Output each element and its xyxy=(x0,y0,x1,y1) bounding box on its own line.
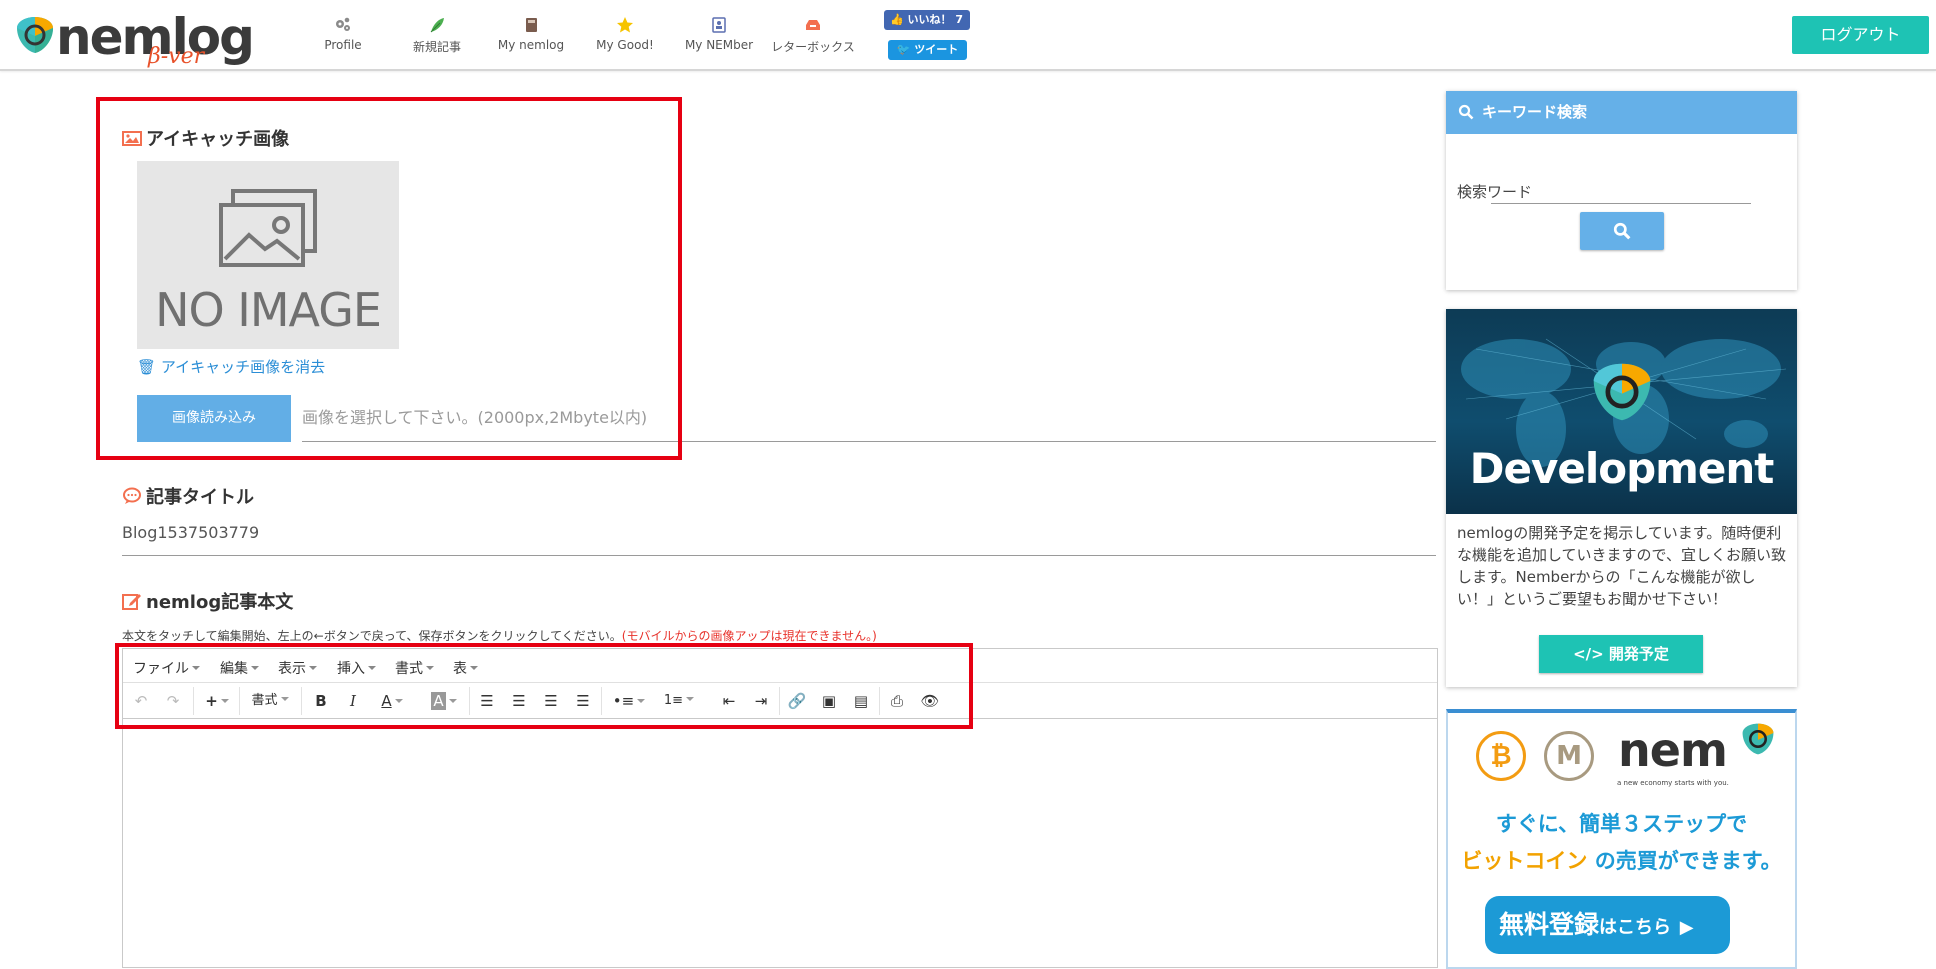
nav-label: 新規記事 xyxy=(412,40,461,54)
tweet-label: ツイート xyxy=(914,43,959,56)
search-word-label: 検索ワード xyxy=(1457,183,1533,201)
development-banner-title: Development xyxy=(1469,444,1775,493)
nav-label: My nemlog xyxy=(497,38,565,52)
annotation-box-eyecatch xyxy=(96,97,682,460)
nem-logo-icon xyxy=(17,17,53,53)
article-title-input[interactable]: Blog1537503779 xyxy=(122,520,1436,556)
nav-label: Profile xyxy=(324,38,362,52)
signup-small-label: はこちら xyxy=(1599,917,1672,938)
play-circle-icon: ▶ xyxy=(1679,917,1694,938)
nav-item-my-nemlog[interactable]: My nemlog xyxy=(483,14,579,52)
search-widget-title: キーワード検索 xyxy=(1482,103,1588,121)
nem-ad-logo: nem xyxy=(1618,723,1728,777)
gears-icon xyxy=(336,17,350,31)
free-signup-button[interactable]: 無料登録はこちら ▶ xyxy=(1485,896,1730,954)
nem-exchange-ad[interactable]: ₿ M nem a new economy starts with you. す… xyxy=(1446,709,1797,969)
editor-help-text: 本文をタッチして編集開始、左上の←ボタンで戻って、保存ボタンをクリックしてくださ… xyxy=(122,627,877,644)
top-header: nemlog β-ver Profile 新規記事 My nemlog My G… xyxy=(0,0,1936,71)
nem-ad-subheadline: ビットコイン の売買ができます。 xyxy=(1448,845,1795,875)
search-submit-button[interactable] xyxy=(1580,212,1664,250)
nav-item-new-article[interactable]: 新規記事 xyxy=(389,14,485,55)
speech-bubble-icon xyxy=(123,487,141,504)
signup-main-label: 無料登録 xyxy=(1499,910,1600,939)
nem-ad-subheadline-rest: の売買ができます。 xyxy=(1587,849,1782,873)
inbox-icon xyxy=(806,20,820,30)
nav-label: My Good! xyxy=(596,38,654,52)
feather-icon xyxy=(430,18,444,33)
nem-ad-headline: すぐに、簡単３ステップで xyxy=(1495,812,1748,836)
search-icon xyxy=(1613,222,1631,240)
facebook-like-button[interactable]: 👍 いいね！ 7 xyxy=(884,10,970,30)
twitter-bird-icon: 🐦 xyxy=(896,43,911,56)
article-title-heading-text: 記事タイトル xyxy=(146,487,254,508)
logo-beta-badge: β-ver xyxy=(148,44,205,69)
nem-logo-icon xyxy=(1593,363,1651,421)
article-body-heading-text: nemlog記事本文 xyxy=(146,592,294,613)
monacoin-coin-icon: M xyxy=(1544,731,1594,781)
nav-item-my-nember[interactable]: My NEMber xyxy=(671,14,767,52)
book-icon xyxy=(526,18,537,32)
edit-icon xyxy=(122,594,141,610)
search-widget-header: キーワード検索 xyxy=(1446,91,1797,134)
contact-card-icon xyxy=(712,17,726,33)
development-description: nemlogの開発予定を掲示しています。随時便利な機能を追加していきますので、宜… xyxy=(1457,524,1786,608)
development-widget: Development nemlogの開発予定を掲示しています。随時便利な機能を… xyxy=(1446,309,1797,687)
star-icon xyxy=(617,17,633,33)
nem-ad-tagline: a new economy starts with you. xyxy=(1617,779,1729,787)
mobile-upload-warning: (モバイルからの画像アップは現在できません。) xyxy=(621,629,877,643)
nav-label: My NEMber xyxy=(684,38,754,52)
code-icon: </> xyxy=(1573,645,1604,663)
thumbs-up-icon: 👍 xyxy=(890,13,904,26)
nav-item-profile[interactable]: Profile xyxy=(295,14,391,52)
editor-help-main: 本文をタッチして編集開始、左上の←ボタンで戻って、保存ボタンをクリックしてくださ… xyxy=(122,629,622,643)
search-icon xyxy=(1458,104,1474,120)
article-body-heading: nemlog記事本文 xyxy=(122,588,293,614)
nem-ad-highlight: ビットコイン xyxy=(1461,849,1588,873)
nem-logo-icon xyxy=(1742,723,1774,755)
fb-like-label: いいね！ 7 xyxy=(907,13,964,26)
nemlog-logo[interactable]: nemlog β-ver xyxy=(12,8,255,70)
nav-item-my-good[interactable]: My Good! xyxy=(577,14,673,52)
logout-button[interactable]: ログアウト xyxy=(1792,16,1929,54)
search-input[interactable] xyxy=(1491,203,1751,204)
tweet-button[interactable]: 🐦 ツイート xyxy=(888,40,967,60)
annotation-box-toolbar xyxy=(115,643,973,729)
development-plan-label: 開発予定 xyxy=(1608,645,1669,663)
development-plan-button[interactable]: </> 開発予定 xyxy=(1539,635,1703,673)
bitcoin-coin-icon: ₿ xyxy=(1476,731,1526,781)
nav-item-letterbox[interactable]: レターボックス xyxy=(765,14,861,55)
nav-label: レターボックス xyxy=(771,40,855,54)
development-banner[interactable]: Development xyxy=(1446,309,1797,514)
keyword-search-widget: キーワード検索 検索ワード xyxy=(1446,91,1797,290)
article-title-heading: 記事タイトル xyxy=(122,483,254,509)
